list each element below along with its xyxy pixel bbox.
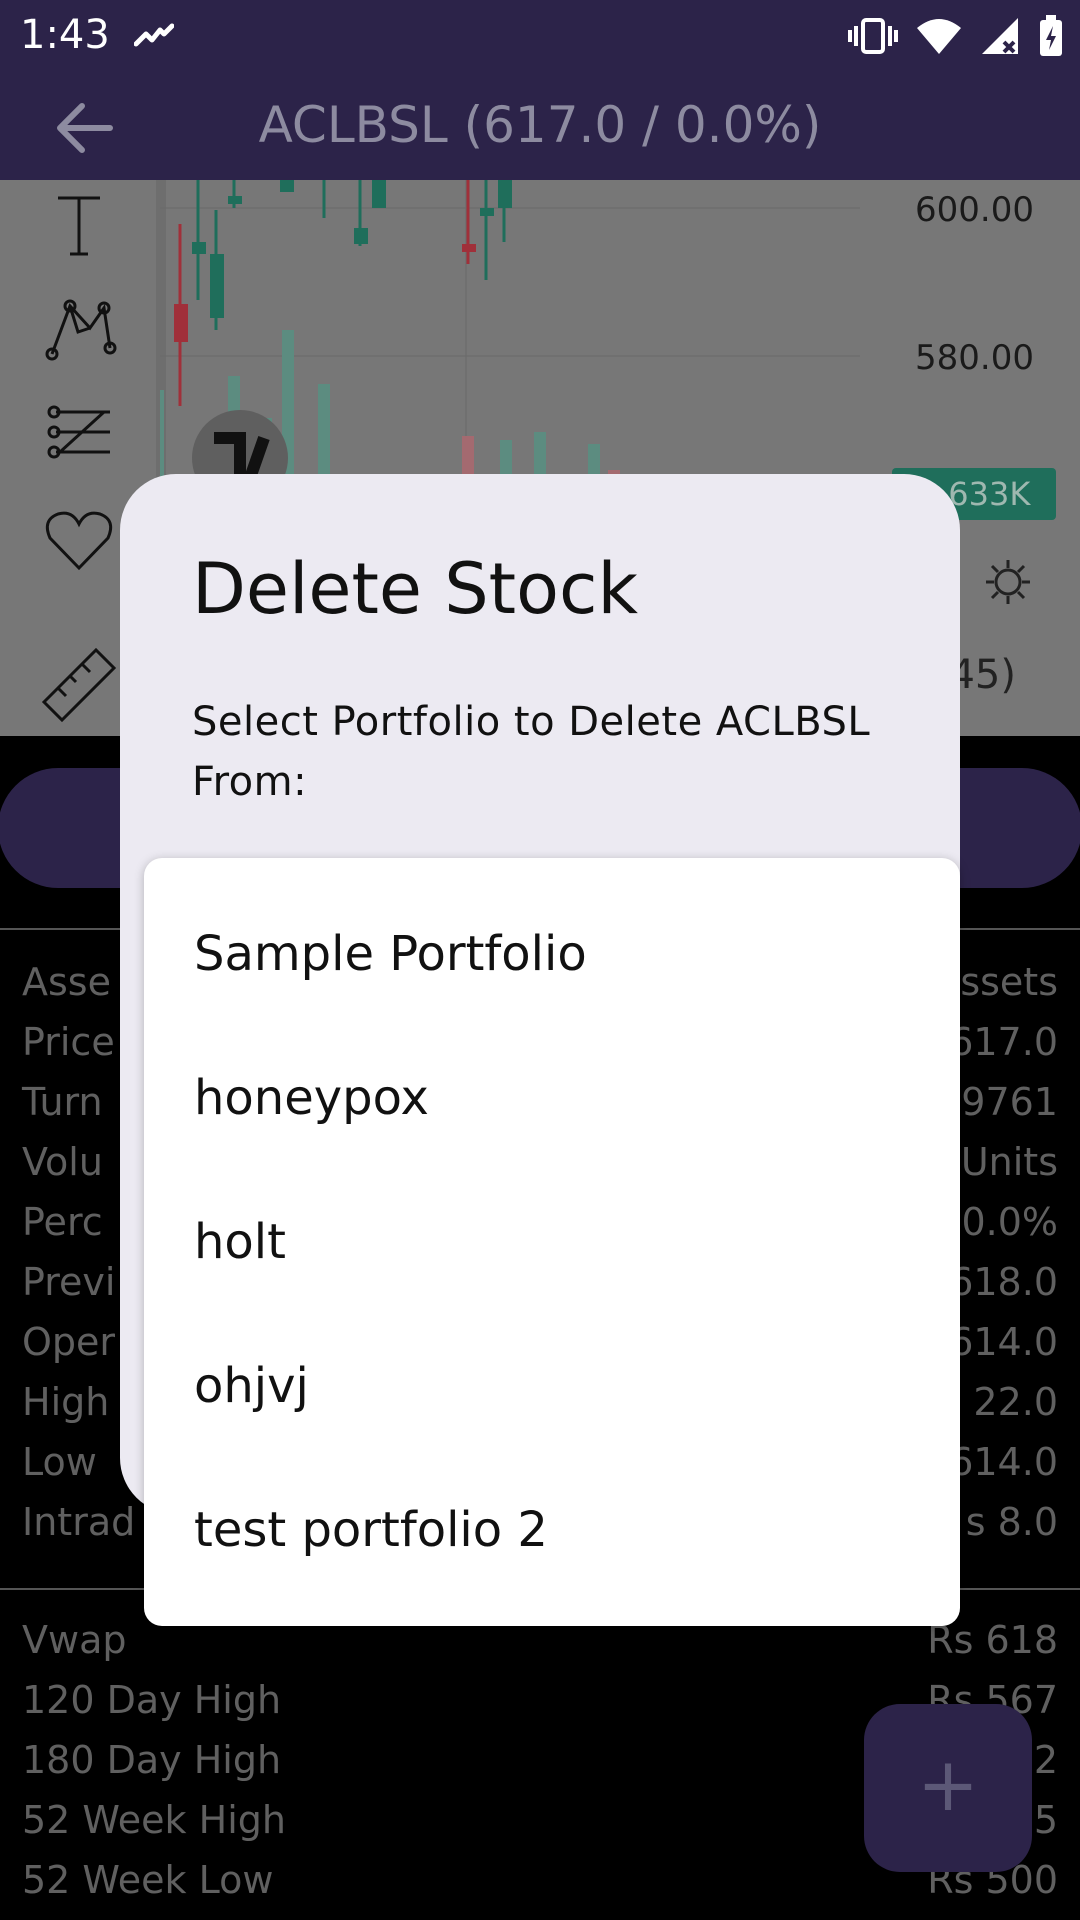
- info-value: 9761: [961, 1080, 1058, 1124]
- fib-tool-icon[interactable]: [38, 394, 120, 476]
- info-value: Units: [960, 1140, 1058, 1184]
- status-bar: 1:43: [0, 0, 1080, 72]
- stats-value: 5: [1033, 1798, 1058, 1842]
- info-value: 617.0: [949, 1020, 1058, 1064]
- favorite-tool-icon[interactable]: [38, 498, 120, 580]
- text-tool-icon[interactable]: [38, 184, 120, 266]
- stats-value: Rs 618: [927, 1618, 1058, 1662]
- stats-value: 2: [1033, 1738, 1058, 1782]
- info-label: Price: [22, 1020, 115, 1064]
- info-label: Perc: [22, 1200, 103, 1244]
- info-value: 614.0: [949, 1440, 1058, 1484]
- portfolio-option[interactable]: Sample Portfolio: [194, 914, 914, 994]
- info-label: High: [22, 1380, 110, 1424]
- portfolio-option[interactable]: test portfolio 2: [194, 1490, 914, 1570]
- dialog-message: Select Portfolio to Delete ACLBSL From:: [192, 699, 871, 805]
- info-value: 0.0%: [961, 1200, 1058, 1244]
- signal-icon: [982, 18, 1018, 54]
- info-label: Asse: [22, 960, 111, 1004]
- battery-icon: [1040, 15, 1062, 56]
- wifi-icon: [917, 19, 961, 54]
- info-value: 614.0: [949, 1320, 1058, 1364]
- page-title: ACLBSL (617.0 / 0.0%): [258, 96, 822, 154]
- app-notification-icon: [134, 23, 174, 47]
- app-bar: ACLBSL (617.0 / 0.0%): [0, 72, 1080, 180]
- stats-row: Vwap Rs 618: [22, 1618, 1058, 1678]
- info-label: Turn: [22, 1080, 103, 1124]
- stats-label: 52 Week High: [22, 1798, 286, 1842]
- ruler-tool-icon[interactable]: [38, 642, 120, 724]
- price-axis-label: 580.00: [915, 338, 1034, 378]
- info-value: 618.0: [949, 1260, 1058, 1304]
- settings-icon[interactable]: [982, 556, 1034, 608]
- info-value: 22.0: [973, 1380, 1058, 1424]
- portfolio-option[interactable]: honeypox: [194, 1058, 914, 1138]
- price-axis-label: 600.00: [915, 190, 1034, 230]
- stats-label: 120 Day High: [22, 1678, 282, 1722]
- plus-icon: +: [916, 1742, 979, 1828]
- info-value: s 8.0: [965, 1500, 1058, 1544]
- status-icons: [848, 14, 1064, 58]
- info-label: Previ: [22, 1260, 116, 1304]
- info-label: Intrad: [22, 1500, 136, 1544]
- dialog-title: Delete Stock: [192, 548, 638, 630]
- portfolio-dropdown-menu: Sample Portfolio honeypox holt ohjvj tes…: [144, 858, 960, 1626]
- pattern-tool-icon[interactable]: [38, 288, 120, 370]
- portfolio-option[interactable]: ohjvj: [194, 1346, 914, 1426]
- vibrate-icon: [848, 18, 898, 54]
- stats-label: 180 Day High: [22, 1738, 282, 1782]
- info-label: Oper: [22, 1320, 116, 1364]
- add-button[interactable]: +: [864, 1704, 1032, 1872]
- status-time: 1:43: [20, 12, 110, 58]
- portfolio-option[interactable]: holt: [194, 1202, 914, 1282]
- info-label: Low: [22, 1440, 97, 1484]
- stats-label: 52 Week Low: [22, 1858, 274, 1902]
- info-value: ssets: [960, 960, 1058, 1004]
- info-label: Volu: [22, 1140, 103, 1184]
- stats-label: Vwap: [22, 1618, 127, 1662]
